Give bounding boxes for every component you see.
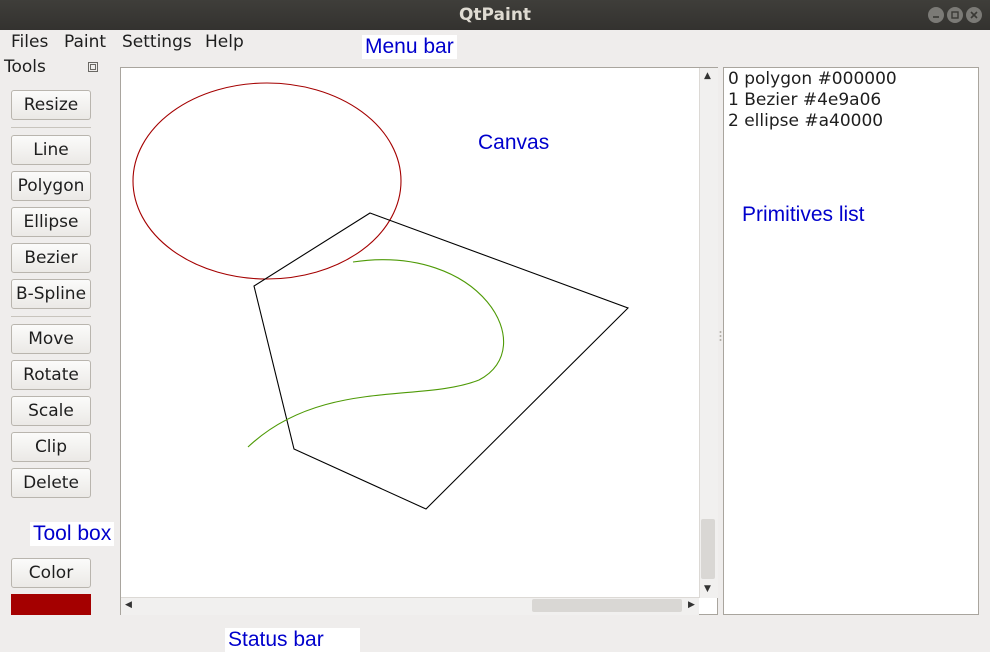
line-button[interactable]: Line <box>11 135 91 165</box>
canvas-ellipse[interactable] <box>132 82 402 280</box>
menu-paint[interactable]: Paint <box>64 32 106 52</box>
scroll-left-icon[interactable]: ◀ <box>125 601 132 610</box>
bezier-button[interactable]: Bezier <box>11 243 91 273</box>
float-dock-icon[interactable] <box>88 62 98 72</box>
list-item[interactable]: 1 Bezier #4e9a06 <box>728 90 881 110</box>
list-item[interactable]: 0 polygon #000000 <box>728 69 897 89</box>
move-button[interactable]: Move <box>11 324 91 354</box>
menu-settings[interactable]: Settings <box>122 32 192 52</box>
splitter-handle[interactable] <box>719 330 722 342</box>
menu-files[interactable]: Files <box>11 32 48 52</box>
toolbox-divider <box>11 127 91 128</box>
delete-button[interactable]: Delete <box>11 468 91 498</box>
primitives-list <box>723 67 979 615</box>
canvas-annotation: Canvas <box>475 131 553 155</box>
toolbox-divider <box>11 316 91 317</box>
drawing-canvas[interactable] <box>121 68 698 596</box>
rotate-button[interactable]: Rotate <box>11 360 91 390</box>
window-title: QtPaint <box>458 5 532 25</box>
minimize-icon[interactable] <box>928 7 944 23</box>
resize-button[interactable]: Resize <box>11 90 91 120</box>
bspline-button[interactable]: B-Spline <box>11 279 91 309</box>
maximize-icon[interactable] <box>947 7 963 23</box>
title-bar: QtPaint <box>0 0 990 30</box>
menu-bar-annotation: Menu bar <box>362 35 457 59</box>
vertical-scroll-thumb[interactable] <box>701 519 715 579</box>
primitives-list-annotation: Primitives list <box>739 203 868 227</box>
tool-box-annotation: Tool box <box>30 522 115 546</box>
scale-button[interactable]: Scale <box>11 396 91 426</box>
canvas-polygon[interactable] <box>253 212 629 510</box>
close-icon[interactable] <box>966 7 982 23</box>
current-color-swatch <box>11 594 91 615</box>
toolbox-title: Tools <box>4 57 46 77</box>
clip-button[interactable]: Clip <box>11 432 91 462</box>
color-button[interactable]: Color <box>11 558 91 588</box>
ellipse-button[interactable]: Ellipse <box>11 207 91 237</box>
scroll-right-icon[interactable]: ▶ <box>688 601 695 610</box>
menu-help[interactable]: Help <box>205 32 244 52</box>
horizontal-scroll-thumb[interactable] <box>532 599 682 612</box>
polygon-button[interactable]: Polygon <box>11 171 91 201</box>
menu-bar: Files Paint Settings Help <box>0 30 990 56</box>
scroll-down-icon[interactable]: ▼ <box>704 585 711 594</box>
list-item[interactable]: 2 ellipse #a40000 <box>728 111 883 131</box>
status-bar-annotation: Status bar <box>225 628 360 652</box>
scroll-up-icon[interactable]: ▲ <box>704 72 711 81</box>
